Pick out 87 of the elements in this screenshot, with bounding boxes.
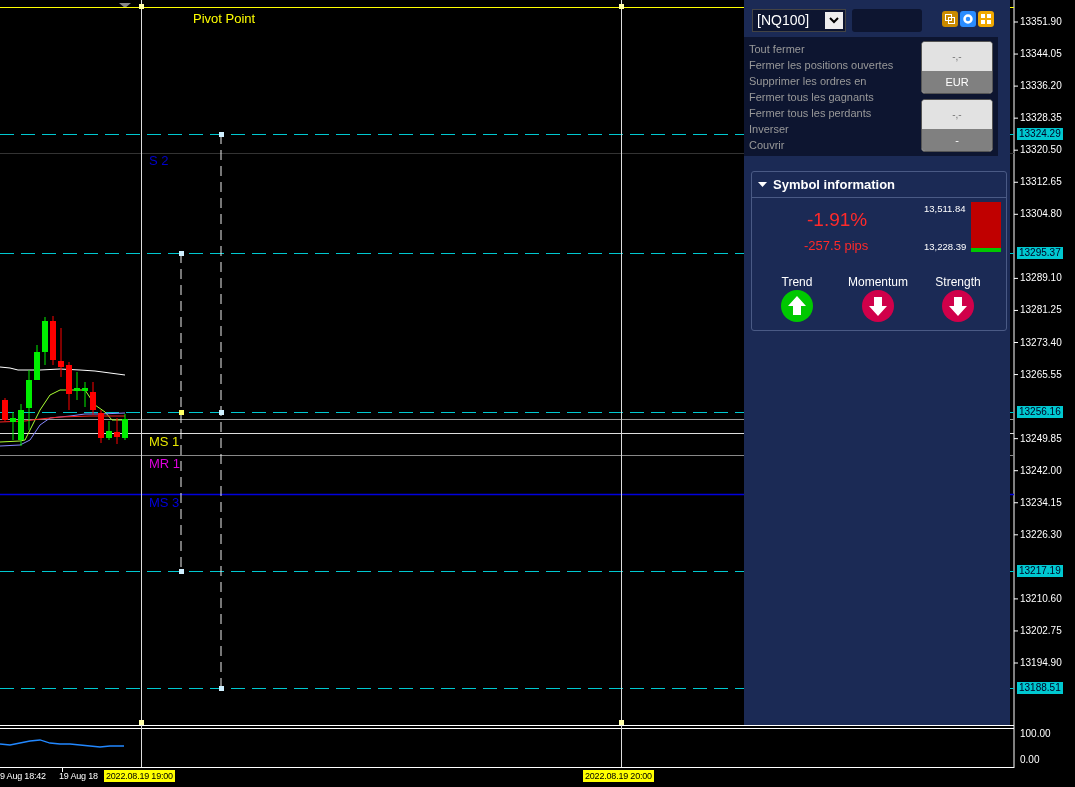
price-tick-label: 13344.05 [1020, 48, 1062, 61]
handle-icon [619, 720, 624, 725]
price-tick-label: 13281.25 [1020, 304, 1062, 317]
price-tick-label: 13304.80 [1020, 208, 1062, 221]
candle [122, 413, 128, 441]
marker-icon [119, 3, 131, 8]
candle [18, 403, 24, 447]
range-high: 13,511.84 [924, 202, 966, 216]
candle [58, 327, 64, 378]
level-label: MR 1 [149, 456, 181, 471]
time-label: 19 Aug 18 [59, 770, 98, 782]
signal-label: Strength [934, 274, 982, 291]
time-marker-label: 2022.08.19 19:00 [104, 770, 175, 782]
candle [66, 361, 72, 411]
price-tag: 13324.29 [1017, 128, 1063, 140]
price-tick-label: 13289.10 [1020, 272, 1062, 285]
price-tick-label: 13336.20 [1020, 80, 1062, 93]
candle [74, 371, 80, 401]
price-tick-label: 13210.60 [1020, 592, 1062, 605]
handle-icon [179, 251, 184, 256]
price-tick-label: 13226.30 [1020, 528, 1062, 541]
price-tag: 13256.16 [1017, 406, 1063, 418]
indicator-tick-label: 100.00 [1020, 728, 1051, 740]
time-marker-label: 2022.08.19 20:00 [583, 770, 654, 782]
candle [50, 315, 56, 366]
price-tag: 13295.37 [1017, 247, 1063, 259]
price-tick-label: 13320.50 [1020, 144, 1062, 157]
indicator-tick-label: 0.00 [1020, 754, 1040, 766]
price-tick-label: 13265.55 [1020, 368, 1062, 381]
price-tick-label: 13351.90 [1020, 16, 1062, 28]
handle-icon [179, 410, 184, 415]
price-tick-label: 13273.40 [1020, 336, 1062, 349]
candle [34, 344, 40, 380]
candle [42, 316, 48, 366]
handle-icon [619, 4, 624, 9]
arrow-up-icon [781, 290, 813, 322]
signal-label: Momentum [847, 274, 909, 291]
arrow-down-icon [942, 290, 974, 322]
level-label: MS 3 [149, 495, 180, 510]
price-tick-label: 13328.35 [1020, 112, 1062, 125]
level-label: Pivot Point [193, 11, 256, 26]
handle-icon [219, 410, 224, 415]
action-link[interactable]: Fermer tous les perdants [749, 105, 872, 121]
candle [10, 411, 16, 441]
action-link[interactable]: Supprimer les ordres en [749, 73, 867, 89]
section-header[interactable]: Symbol information [752, 172, 1006, 198]
change-percent: -1.91% [807, 208, 868, 232]
trade-button[interactable]: -,- - [921, 99, 993, 152]
price-tick-label: 13234.15 [1020, 496, 1062, 509]
handle-icon [139, 4, 144, 9]
link-icon[interactable] [942, 11, 958, 27]
symbol-dropdown[interactable]: [NQ100] [752, 9, 846, 32]
handle-icon [139, 720, 144, 725]
handle-icon [179, 569, 184, 574]
change-pips: -257.5 pips [804, 237, 869, 255]
price-tick-label: 13249.85 [1020, 432, 1062, 445]
price-tick-label: 13202.75 [1020, 624, 1062, 637]
input-field[interactable] [852, 9, 922, 32]
candle [2, 397, 8, 422]
time-label: 9 Aug 18:42 [0, 770, 46, 782]
candle [82, 381, 88, 408]
action-link[interactable]: Fermer tous les gagnants [749, 89, 874, 105]
price-tick-label: 13312.65 [1020, 176, 1062, 189]
candle [26, 369, 32, 431]
action-link[interactable]: Fermer les positions ouvertes [749, 57, 894, 73]
trade-button[interactable]: -,- EUR [921, 41, 993, 94]
arrow-down-icon [862, 290, 894, 322]
price-tick-label: 13242.00 [1020, 464, 1062, 477]
range-low: 13,228.39 [924, 240, 967, 254]
candle [90, 381, 96, 416]
action-link[interactable]: Inverser [749, 121, 789, 137]
chevron-down-icon [829, 17, 839, 24]
price-tag: 13217.19 [1017, 565, 1063, 577]
price-tag: 13188.51 [1017, 682, 1063, 694]
candle [114, 417, 120, 445]
handle-icon [219, 686, 224, 691]
level-label: S 2 [149, 153, 169, 168]
price-tick-label: 13194.90 [1020, 657, 1062, 669]
action-link[interactable]: Tout fermer [749, 41, 805, 57]
settings-icon[interactable] [960, 11, 976, 27]
handle-icon [219, 132, 224, 137]
signal-label: Trend [780, 274, 814, 291]
grid-icon[interactable] [978, 11, 994, 27]
candle [106, 420, 112, 441]
action-link[interactable]: Couvrir [749, 137, 785, 153]
level-label: MS 1 [149, 434, 180, 449]
candle [98, 409, 104, 444]
